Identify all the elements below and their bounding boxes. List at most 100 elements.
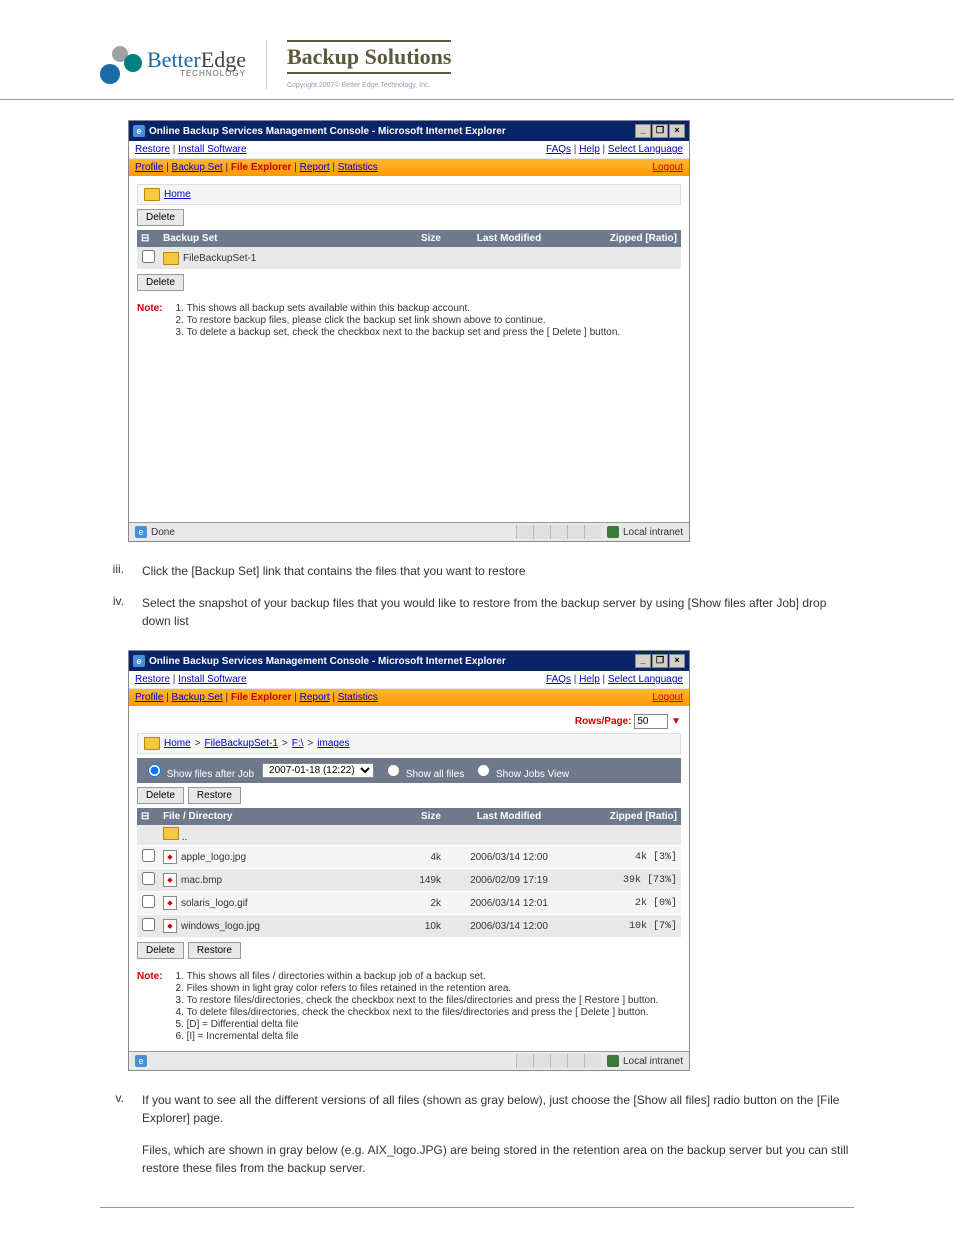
note-item: To restore files/directories, check the … (187, 995, 659, 1006)
dropdown-icon[interactable]: ▼ (671, 716, 681, 727)
note-item: This shows all backup sets available wit… (187, 303, 621, 314)
image-icon: ◆ (163, 919, 177, 933)
note-label: Note: (137, 303, 163, 339)
help-link[interactable]: Help (579, 674, 600, 685)
radio-jobs-view[interactable] (477, 764, 490, 777)
row-checkbox[interactable] (142, 918, 155, 931)
col-backup-set: Backup Set (159, 230, 387, 247)
radio-after-job[interactable] (148, 764, 161, 777)
help-link[interactable]: Help (579, 144, 600, 155)
ie-icon: e (135, 1055, 147, 1067)
window-titlebar: e Online Backup Services Management Cons… (129, 121, 689, 141)
table-row: ◆ mac.bmp 149k 2006/02/09 17:19 39k [73%… (137, 869, 681, 892)
table-row: ◆ windows_logo.jpg 10k 2006/03/14 12:00 … (137, 915, 681, 938)
restore-link[interactable]: Restore (135, 144, 170, 155)
radio-all-files[interactable] (387, 764, 400, 777)
note-item: To delete a backup set, check the checkb… (187, 327, 621, 338)
folder-icon (163, 252, 179, 265)
rows-page-input[interactable] (634, 714, 668, 729)
job-select[interactable]: 2007-01-18 (12:22) (262, 763, 374, 778)
tab-file-explorer[interactable]: File Explorer (231, 162, 292, 173)
bc-folder[interactable]: images (317, 738, 349, 749)
restore-button[interactable]: Restore (188, 942, 241, 959)
tab-report[interactable]: Report (300, 162, 330, 173)
bc-set[interactable]: FileBackupSet-1 (205, 738, 278, 749)
close-button[interactable]: × (669, 654, 685, 668)
minimize-button[interactable]: _ (635, 124, 651, 138)
file-table: ⊟ File / Directory Size Last Modified Zi… (137, 808, 681, 938)
col-size: Size (387, 230, 445, 247)
screenshot-1: e Online Backup Services Management Cons… (128, 120, 690, 542)
logout-link[interactable]: Logout (652, 692, 683, 703)
table-row: ◆ solaris_logo.gif 2k 2006/03/14 12:01 2… (137, 892, 681, 915)
note-item: Files shown in light gray color refers t… (187, 983, 659, 994)
install-link[interactable]: Install Software (178, 674, 246, 685)
tab-profile[interactable]: Profile (135, 692, 163, 703)
intranet-icon (607, 526, 619, 538)
screenshot-2: e Online Backup Services Management Cons… (128, 650, 690, 1071)
tab-statistics[interactable]: Statistics (338, 692, 378, 703)
note-item: To restore backup files, please click th… (187, 315, 621, 326)
delete-button[interactable]: Delete (137, 209, 184, 226)
col-modified: Last Modified (445, 230, 573, 247)
logout-link[interactable]: Logout (652, 162, 683, 173)
row-checkbox[interactable] (142, 895, 155, 908)
tab-backup[interactable]: Backup Set (172, 162, 223, 173)
window-titlebar: e Online Backup Services Management Cons… (129, 651, 689, 671)
close-button[interactable]: × (669, 124, 685, 138)
bc-drive[interactable]: F:\ (292, 738, 304, 749)
intranet-icon (607, 1055, 619, 1067)
minimize-button[interactable]: _ (635, 654, 651, 668)
install-link[interactable]: Install Software (178, 144, 246, 155)
maximize-button[interactable]: ❐ (652, 654, 668, 668)
lang-link[interactable]: Select Language (608, 674, 683, 685)
status-zone: Local intranet (623, 527, 683, 538)
note-item: To delete files/directories, check the c… (187, 1007, 659, 1018)
note-item: [I] = Incremental delta file (187, 1031, 659, 1042)
list-marker: iii. (100, 562, 124, 580)
instruction-text: Select the snapshot of your backup files… (142, 594, 854, 630)
restore-button[interactable]: Restore (188, 787, 241, 804)
expand-header[interactable]: ⊟ (137, 230, 159, 247)
row-checkbox[interactable] (142, 250, 155, 263)
backupset-link[interactable]: FileBackupSet-1 (183, 253, 256, 264)
tab-statistics[interactable]: Statistics (338, 162, 378, 173)
folder-icon (144, 737, 160, 750)
folder-icon (144, 188, 160, 201)
status-text: Done (151, 527, 175, 538)
note-label: Note: (137, 971, 163, 1043)
bc-home[interactable]: Home (164, 738, 191, 749)
row-checkbox[interactable] (142, 849, 155, 862)
faqs-link[interactable]: FAQs (546, 144, 571, 155)
delete-button[interactable]: Delete (137, 274, 184, 291)
tab-profile[interactable]: Profile (135, 162, 163, 173)
window-title: Online Backup Services Management Consol… (149, 126, 506, 137)
faqs-link[interactable]: FAQs (546, 674, 571, 685)
tab-report[interactable]: Report (300, 692, 330, 703)
row-checkbox[interactable] (142, 872, 155, 885)
page-header: BetterEdge TECHNOLOGY Backup Solutions C… (0, 40, 954, 100)
image-icon: ◆ (163, 850, 177, 864)
image-icon: ◆ (163, 873, 177, 887)
col-modified: Last Modified (445, 808, 573, 825)
home-link[interactable]: Home (164, 189, 191, 200)
maximize-button[interactable]: ❐ (652, 124, 668, 138)
instruction-text: Click the [Backup Set] link that contain… (142, 562, 854, 580)
tab-file-explorer[interactable]: File Explorer (231, 692, 292, 703)
col-zipped: Zipped [Ratio] (573, 808, 681, 825)
restore-link[interactable]: Restore (135, 674, 170, 685)
up-folder-icon[interactable] (163, 827, 179, 840)
delete-button[interactable]: Delete (137, 942, 184, 959)
status-zone: Local intranet (623, 1056, 683, 1067)
tab-backup[interactable]: Backup Set (172, 692, 223, 703)
backupset-table: ⊟ Backup Set Size Last Modified Zipped [… (137, 230, 681, 270)
betteredge-logo: BetterEdge TECHNOLOGY (100, 46, 246, 84)
rows-page-label: Rows/Page: (575, 716, 632, 727)
list-marker: iv. (100, 594, 124, 630)
expand-header[interactable]: ⊟ (137, 808, 159, 825)
note-item: This shows all files / directories withi… (187, 971, 659, 982)
col-file: File / Directory (159, 808, 387, 825)
lang-link[interactable]: Select Language (608, 144, 683, 155)
note-item: [D] = Differential delta file (187, 1019, 659, 1030)
delete-button[interactable]: Delete (137, 787, 184, 804)
